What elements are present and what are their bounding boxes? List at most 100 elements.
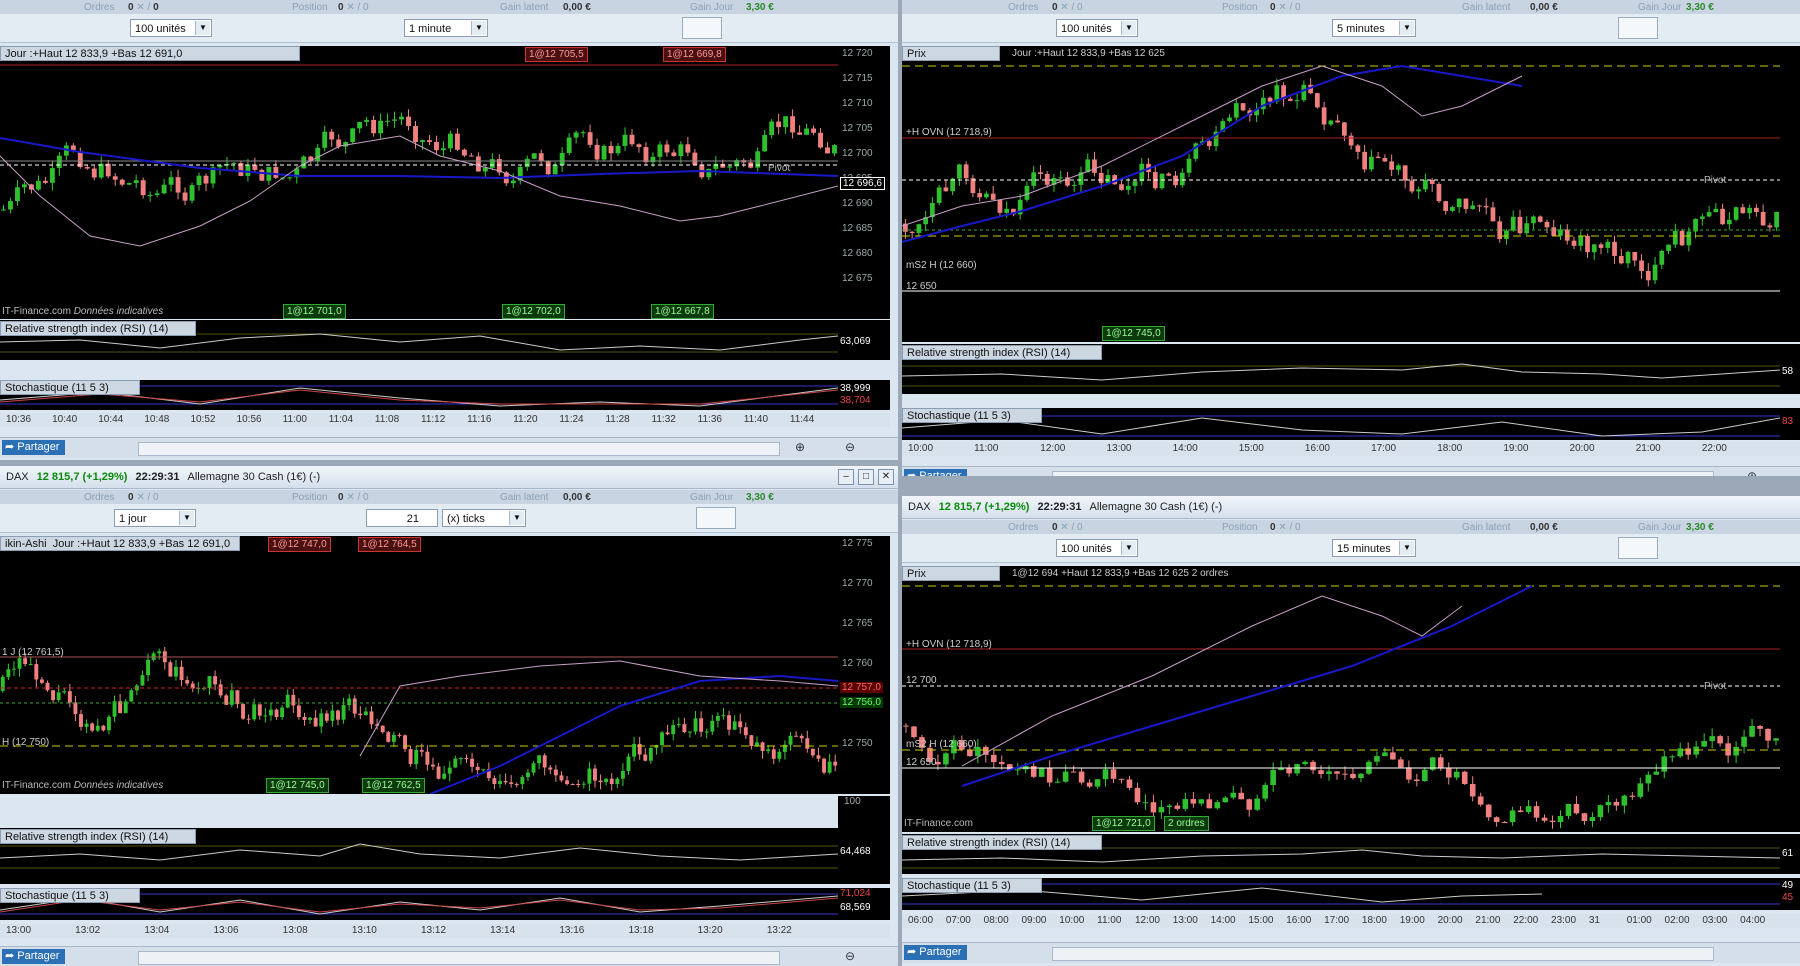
maximize-icon[interactable]: □ (858, 469, 874, 485)
candle (399, 116, 404, 120)
timeframe-select[interactable]: 1 minute ▼ (404, 19, 488, 37)
timeframe-select[interactable]: 15 minutes ▼ (1332, 539, 1416, 557)
share-button[interactable]: ➦ Partager (904, 469, 968, 476)
candle (189, 185, 195, 201)
chart-type-icon[interactable] (682, 17, 722, 39)
candle (524, 158, 530, 167)
rsi-pane[interactable]: Relative strength index (RSI) (14) (0, 828, 838, 884)
share-button[interactable]: ➦ Partager (2, 440, 66, 455)
candle (788, 735, 793, 745)
horizontal-scrollbar[interactable] (138, 951, 780, 965)
ovn-label: +H OVN (12 718,9) (906, 639, 992, 650)
zoom-in-icon[interactable]: ⊕ (1747, 469, 1757, 476)
candle (1591, 244, 1597, 253)
candle (1222, 797, 1229, 803)
time-tick: 20:00 (1569, 443, 1595, 454)
candle (263, 715, 268, 717)
chart-type-icon[interactable] (696, 507, 736, 529)
timeframe-select[interactable]: 1 jour ▼ (114, 509, 196, 527)
rsi-pane[interactable]: Relative strength index (RSI) (14) (902, 344, 1780, 394)
candle (175, 177, 181, 193)
orders-count-tag[interactable]: 2 ordres (1164, 816, 1209, 831)
time-tick: 13:22 (766, 925, 792, 936)
candle (1551, 227, 1557, 236)
candle (274, 709, 279, 718)
price-scale[interactable]: 12 72012 71512 71012 70512 70012 69512 6… (838, 46, 890, 319)
candle (51, 690, 56, 701)
candle (1246, 799, 1253, 810)
candle (157, 651, 162, 654)
share-button[interactable]: ➦ Partager (2, 949, 66, 964)
minimize-icon[interactable]: – (838, 469, 854, 485)
stochastic-pane[interactable]: Stochastique (11 5 3) (902, 878, 1780, 910)
price-scale[interactable]: 12 77512 77012 76512 76012 75512 750 12 … (838, 536, 890, 794)
chart-type-icon[interactable] (1618, 17, 1658, 39)
stochastic-pane[interactable]: Stochastique (11 5 3) (902, 408, 1780, 440)
tick-mode-select[interactable]: (x) ticks ▼ (442, 509, 526, 527)
order-tag[interactable]: 1@12 669,8 (663, 47, 726, 62)
price-pane[interactable]: Prix Jour :+Haut 12 833,9 +Bas 12 625 +H… (902, 46, 1780, 342)
candle (1398, 759, 1404, 768)
time-tick: 04:00 (1740, 915, 1766, 926)
zoom-in-icon[interactable]: ⊕ (795, 440, 805, 454)
quantity-select[interactable]: 100 unités ▼ (1056, 539, 1138, 557)
price-pane[interactable]: Jour :+Haut 12 833,9 +Bas 12 691,0 1@12 … (0, 46, 838, 319)
candle (594, 144, 600, 160)
orders-count: 0 (1052, 521, 1058, 533)
time-tick: 11:44 (789, 414, 815, 425)
rsi-pane[interactable]: Relative strength index (RSI) (14) (0, 320, 838, 360)
candle (1166, 173, 1172, 176)
price-pane[interactable]: ikin-Ashi Jour :+Haut 12 833,9 +Bas 12 6… (0, 536, 838, 794)
chart-type-icon[interactable] (1618, 537, 1658, 559)
candle (552, 165, 558, 175)
stochastic-pane[interactable]: Stochastique (11 5 3) (0, 380, 838, 410)
time-tick: 12:00 (1134, 915, 1160, 926)
candle (678, 144, 684, 157)
candle (1314, 93, 1320, 108)
zoom-out-icon[interactable]: ⊖ (845, 949, 855, 963)
quantity-select[interactable]: 100 unités ▼ (130, 19, 212, 37)
candle (1389, 161, 1395, 170)
candle (1318, 770, 1324, 775)
horizontal-scrollbar[interactable] (138, 442, 780, 456)
candle (1549, 820, 1556, 822)
level-label: 12 700 (906, 675, 937, 686)
order-tag[interactable]: 1@12 705,5 (525, 47, 588, 62)
price-pane[interactable]: Prix 1@12 694 +Haut 12 833,9 +Bas 12 625… (902, 566, 1780, 832)
stochastic-pane[interactable]: Stochastique (11 5 3) (0, 888, 838, 920)
order-tag[interactable]: 1@12 745,0 (266, 778, 329, 793)
price-scale[interactable] (1780, 566, 1800, 832)
chevron-down-icon: ▼ (1399, 541, 1414, 555)
share-button[interactable]: ➦ Partager (904, 945, 968, 960)
horizontal-scrollbar[interactable] (1052, 947, 1714, 961)
order-tag[interactable]: 1@12 747,0 (268, 537, 331, 552)
order-tag[interactable]: 1@12 721,0 (1092, 816, 1155, 831)
candle (1233, 103, 1239, 118)
candle (721, 715, 726, 717)
candle (1618, 255, 1624, 264)
zoom-out-icon[interactable]: ⊖ (845, 440, 855, 454)
candle (1031, 172, 1037, 186)
time-tick: 11:08 (374, 414, 400, 425)
order-tag[interactable]: 1@12 701,0 (283, 304, 346, 319)
candle (489, 159, 495, 168)
candle (1326, 771, 1332, 775)
candle (1267, 97, 1273, 102)
rsi-pane[interactable]: Relative strength index (RSI) (14) (902, 834, 1780, 874)
candle (1287, 98, 1293, 101)
order-tag[interactable]: 1@12 764,5 (358, 537, 421, 552)
candle (1573, 803, 1580, 814)
horizontal-scrollbar[interactable] (1052, 471, 1714, 476)
candle (727, 715, 732, 730)
order-tag[interactable]: 1@12 667,8 (651, 304, 714, 319)
order-tag[interactable]: 1@12 702,0 (502, 304, 565, 319)
candle (520, 777, 525, 784)
order-tag[interactable]: 1@12 762,5 (362, 778, 425, 793)
timeframe-select[interactable]: 5 minutes ▼ (1332, 19, 1416, 37)
close-icon[interactable]: ✕ (878, 469, 894, 485)
quantity-select[interactable]: 100 unités ▼ (1056, 19, 1138, 37)
ticks-stepper[interactable]: 21 (366, 509, 438, 527)
price-scale[interactable] (1780, 46, 1800, 342)
order-tag[interactable]: 1@12 745,0 (1102, 326, 1165, 341)
candle (1126, 779, 1133, 788)
